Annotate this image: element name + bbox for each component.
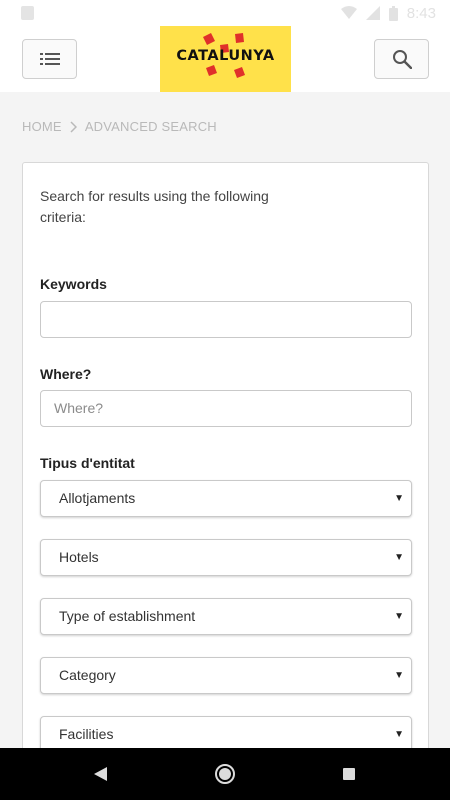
wifi-icon <box>340 6 357 19</box>
category-select[interactable]: Category ▼ <box>40 657 412 694</box>
system-nav-bar <box>0 748 450 800</box>
entity-type-label: Tipus d'entitat <box>40 455 135 471</box>
select-value: Allotjaments <box>59 490 136 506</box>
establishment-type-select[interactable]: Type of establishment ▼ <box>40 598 412 635</box>
app-header: CATALUNYA <box>0 26 450 92</box>
form-intro: Search for results using the following c… <box>40 188 269 225</box>
select-value: Category <box>59 667 116 683</box>
where-label: Where? <box>40 366 92 382</box>
search-button[interactable] <box>374 39 429 79</box>
menu-icon <box>39 53 60 65</box>
keywords-input[interactable] <box>40 301 412 338</box>
breadcrumb-current: ADVANCED SEARCH <box>84 119 217 134</box>
dropdown-caret-icon: ▼ <box>394 493 404 504</box>
page-content: HOME ADVANCED SEARCH Search for results … <box>0 92 450 748</box>
menu-button[interactable] <box>22 39 77 79</box>
search-icon <box>392 50 412 69</box>
battery-icon <box>388 5 398 21</box>
home-icon[interactable] <box>215 764 235 784</box>
status-icons: 8:43 <box>340 3 436 23</box>
notification-icon <box>21 6 34 20</box>
facilities-select[interactable]: Facilities ▼ <box>40 716 412 748</box>
breadcrumb-home-link[interactable]: HOME <box>22 119 62 134</box>
where-input[interactable]: Where? <box>40 390 412 427</box>
breadcrumb: HOME ADVANCED SEARCH <box>22 119 217 134</box>
entity-type-select[interactable]: Allotjaments ▼ <box>40 480 412 517</box>
catalunya-logo[interactable]: CATALUNYA <box>160 26 291 92</box>
status-time: 8:43 <box>406 4 436 22</box>
keywords-label: Keywords <box>40 276 107 292</box>
recents-icon[interactable] <box>343 768 355 780</box>
dropdown-caret-icon: ▼ <box>394 611 404 622</box>
select-value: Facilities <box>59 726 114 742</box>
advanced-search-form: Search for results using the following c… <box>22 162 429 748</box>
back-icon[interactable] <box>94 767 107 781</box>
status-bar: 8:43 <box>0 0 450 26</box>
select-value: Type of establishment <box>59 608 196 624</box>
subtype-select[interactable]: Hotels ▼ <box>40 539 412 576</box>
dropdown-caret-icon: ▼ <box>394 670 404 681</box>
signal-icon <box>365 6 380 20</box>
dropdown-caret-icon: ▼ <box>394 729 404 740</box>
logo-text: CATALUNYA <box>176 48 275 64</box>
select-value: Hotels <box>59 549 99 565</box>
where-placeholder: Where? <box>54 400 104 416</box>
dropdown-caret-icon: ▼ <box>394 552 404 563</box>
chevron-right-icon <box>70 120 77 133</box>
